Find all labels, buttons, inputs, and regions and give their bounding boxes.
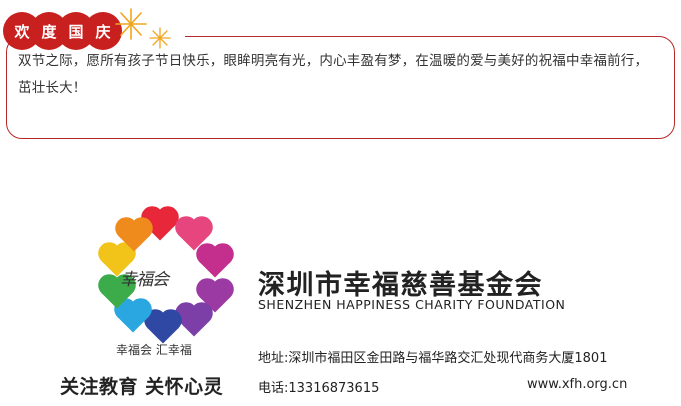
heart-icon [199, 246, 231, 278]
heart-icon [117, 301, 149, 333]
logo-brand-text: 幸福会 [120, 270, 169, 290]
heart-icon [178, 305, 210, 337]
organization-phone: 电话:13316873615 [258, 381, 380, 396]
firework-icon [115, 8, 147, 40]
foundation-logo: 幸福会 [90, 200, 231, 360]
heart-icon [147, 312, 179, 344]
tagline: 关注教育 关怀心灵 [60, 376, 224, 398]
organization-website: www.xfh.org.cn [527, 377, 628, 392]
organization-name-english: SHENZHEN HAPPINESS CHARITY FOUNDATION [258, 297, 566, 312]
holiday-banner: 欢 度 国 庆 双节之际，愿所有孩子节日快乐，眼眸明亮有光，内心丰盈有梦，在温暖… [0, 8, 681, 142]
holiday-message: 双节之际，愿所有孩子节日快乐，眼眸明亮有光，内心丰盈有梦，在温暖的爱与美好的祝福… [18, 53, 649, 96]
logo-slogan: 幸福会 汇幸福 [116, 343, 192, 357]
firework-icon [149, 27, 171, 49]
organization-address: 地址:深圳市福田区金田路与福华路交汇处现代商务大厦1801 [258, 351, 608, 366]
